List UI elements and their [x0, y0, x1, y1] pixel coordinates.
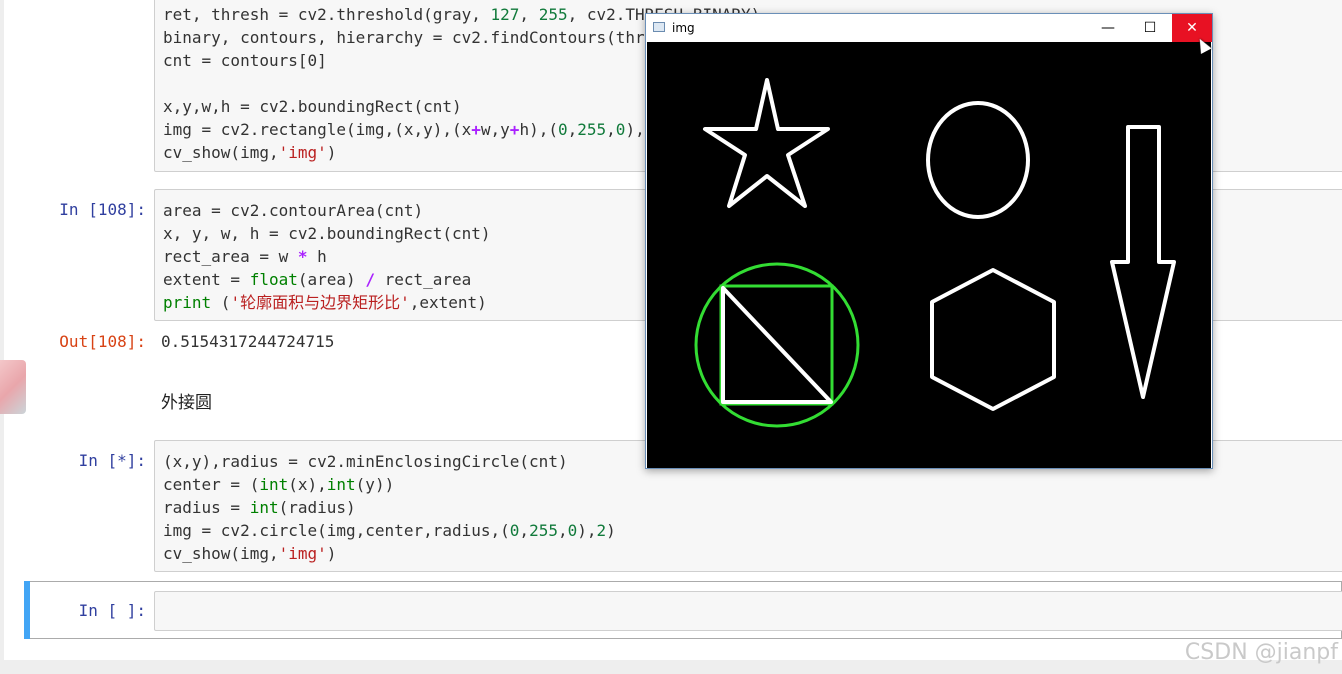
- code-line: radius = int(radius): [163, 498, 356, 517]
- code-cell-4-empty[interactable]: [154, 591, 1342, 631]
- code-line: cv_show(img,'img'): [163, 143, 337, 162]
- star-shape: [703, 78, 830, 208]
- code-line: center = (int(x),int(y)): [163, 475, 395, 494]
- arrow-shape: [1110, 125, 1176, 399]
- shapes-image: [694, 78, 1176, 428]
- input-prompt: In [*]:: [78, 451, 146, 470]
- window-titlebar[interactable]: img — ☐ ✕: [646, 14, 1212, 42]
- code-line: extent = float(area) / rect_area: [163, 270, 472, 289]
- minimize-button[interactable]: —: [1088, 14, 1128, 42]
- markdown-heading: 外接圆: [161, 393, 212, 413]
- input-prompt: In [ ]:: [78, 601, 146, 620]
- code-line: print ('轮廓面积与边界矩形比',extent): [163, 293, 487, 312]
- watermark: CSDN @jianpf: [1184, 640, 1338, 665]
- code-line: binary, contours, hierarchy = cv2.findCo…: [163, 28, 645, 47]
- input-prompt: In [108]:: [59, 200, 146, 219]
- opencv-image-window[interactable]: img — ☐ ✕: [645, 13, 1213, 469]
- code-line: cnt = contours[0]: [163, 51, 327, 70]
- code-line: x,y,w,h = cv2.boundingRect(cnt): [163, 97, 462, 116]
- window-title: img: [672, 21, 695, 35]
- code-line: cv_show(img,'img'): [163, 544, 337, 563]
- code-line: area = cv2.contourArea(cnt): [163, 201, 424, 220]
- image-canvas: [647, 42, 1211, 468]
- app-icon: [653, 22, 665, 32]
- avatar: [0, 360, 26, 414]
- maximize-button[interactable]: ☐: [1130, 14, 1170, 42]
- output-prompt: Out[108]:: [59, 332, 146, 351]
- code-line: img = cv2.rectangle(img,(x,y),(x+w,y+h),…: [163, 120, 645, 139]
- ellipse-shape: [926, 101, 1030, 219]
- code-line: x, y, w, h = cv2.boundingRect(cnt): [163, 224, 491, 243]
- code-line: img = cv2.circle(img,center,radius,(0,25…: [163, 521, 616, 540]
- triangle-shape: [721, 286, 833, 404]
- code-line: rect_area = w * h: [163, 247, 327, 266]
- hexagon-shape: [930, 268, 1056, 411]
- code-line: (x,y),radius = cv2.minEnclosingCircle(cn…: [163, 452, 568, 471]
- cell-output: 0.5154317244724715: [161, 332, 335, 351]
